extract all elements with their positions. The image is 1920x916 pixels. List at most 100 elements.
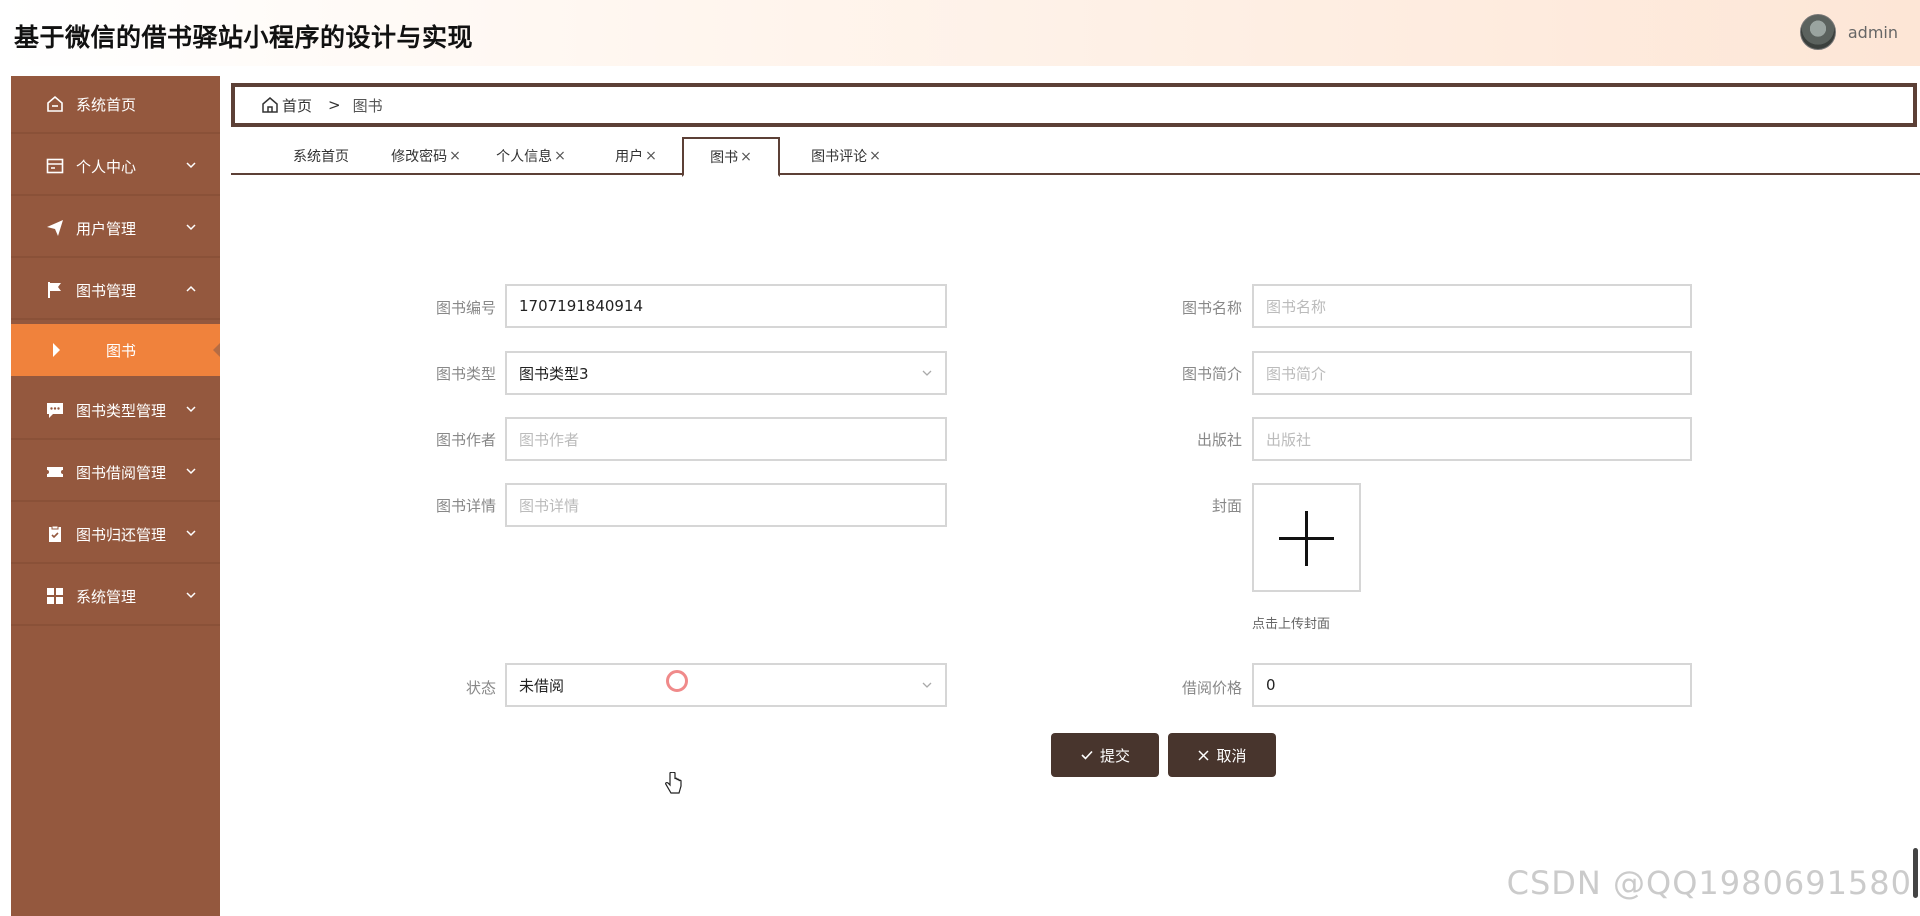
- tab-label: 修改密码: [391, 149, 448, 165]
- book-name-label: 图书名称: [1181, 299, 1242, 317]
- sidebar-item-label: 系统管理: [76, 587, 137, 606]
- price-field[interactable]: 0: [1252, 663, 1692, 707]
- close-icon[interactable]: ×: [869, 148, 881, 164]
- sidebar-subitem-label: 图书: [106, 341, 137, 360]
- author-field[interactable]: 图书作者: [505, 417, 947, 461]
- author-placeholder: 图书作者: [519, 430, 580, 449]
- price-label: 借阅价格: [1181, 679, 1242, 697]
- username[interactable]: admin: [1848, 23, 1898, 42]
- price-value: 0: [1266, 676, 1276, 694]
- close-icon: [1198, 749, 1210, 761]
- sidebar-item-label: 图书类型管理: [76, 401, 167, 420]
- watermark: CSDN @QQ1980691580: [1506, 864, 1912, 902]
- publisher-field[interactable]: 出版社: [1252, 417, 1692, 461]
- submit-button-label: 提交: [1099, 746, 1130, 765]
- cancel-button-label: 取消: [1216, 746, 1247, 765]
- chat-icon: [44, 399, 66, 421]
- sidebar-item-book-borrow-management[interactable]: 图书借阅管理: [11, 444, 220, 502]
- close-icon[interactable]: ×: [554, 148, 566, 164]
- tab-home[interactable]: 系统首页: [271, 137, 371, 175]
- book-no-field[interactable]: 1707191840914: [505, 284, 947, 328]
- status-select[interactable]: 未借阅: [505, 663, 947, 707]
- tab-personal-info[interactable]: 个人信息 ×: [481, 137, 581, 175]
- hand-cursor-icon: [665, 772, 682, 794]
- active-marker: [213, 343, 220, 357]
- sidebar-item-home[interactable]: 系统首页: [11, 76, 220, 134]
- tab-change-password[interactable]: 修改密码 ×: [376, 137, 476, 175]
- sidebar-item-book-return-management[interactable]: 图书归还管理: [11, 506, 220, 564]
- paper-plane-icon: [44, 217, 66, 239]
- check-icon: [1081, 750, 1093, 760]
- close-icon[interactable]: ×: [645, 148, 657, 164]
- sidebar-item-label: 系统首页: [76, 95, 137, 114]
- home-icon[interactable]: [261, 96, 279, 114]
- submit-button[interactable]: 提交: [1051, 733, 1159, 777]
- sidebar-item-label: 个人中心: [76, 157, 137, 176]
- grid-icon: [44, 585, 66, 607]
- click-indicator: [666, 670, 688, 692]
- chevron-up-icon: [186, 285, 196, 292]
- book-type-value: 图书类型3: [519, 364, 589, 383]
- close-icon[interactable]: ×: [740, 149, 752, 165]
- sidebar-subitem-book[interactable]: 图书: [11, 324, 220, 376]
- tab-users[interactable]: 用户 ×: [586, 137, 686, 175]
- detail-placeholder: 图书详情: [519, 496, 580, 515]
- sidebar-item-label: 图书借阅管理: [76, 463, 167, 482]
- book-no-label: 图书编号: [435, 299, 496, 317]
- chevron-down-icon: [922, 682, 932, 688]
- chevron-down-icon: [186, 406, 196, 413]
- user-menu[interactable]: admin: [1799, 14, 1898, 50]
- breadcrumb-home-link[interactable]: 首页: [282, 95, 312, 116]
- sidebar-item-user-management[interactable]: 用户管理: [11, 200, 220, 258]
- breadcrumb: 首页 > 图书: [231, 83, 1917, 127]
- detail-label: 图书详情: [435, 497, 496, 515]
- close-icon[interactable]: ×: [449, 148, 461, 164]
- sidebar-item-label: 用户管理: [76, 219, 137, 238]
- status-label: 状态: [465, 679, 496, 697]
- book-no-value: 1707191840914: [519, 297, 644, 315]
- tab-label: 个人信息: [496, 149, 553, 165]
- book-type-label: 图书类型: [435, 365, 496, 383]
- tab-label: 图书: [710, 150, 739, 166]
- sidebar-item-label: 图书归还管理: [76, 525, 167, 544]
- book-name-field[interactable]: 图书名称: [1252, 284, 1692, 328]
- chevron-down-icon: [186, 224, 196, 231]
- sidebar-item-label: 图书管理: [76, 281, 137, 300]
- app-header: 基于微信的借书驿站小程序的设计与实现 admin: [0, 0, 1920, 66]
- sidebar: 系统首页 个人中心 用户管理 图书管理 图书 图书类型管理 图书借阅管理 图书归…: [11, 76, 220, 916]
- sidebar-item-book-type-management[interactable]: 图书类型管理: [11, 382, 220, 440]
- scrollbar-thumb[interactable]: [1913, 848, 1918, 898]
- detail-field[interactable]: 图书详情: [505, 483, 947, 527]
- cancel-button[interactable]: 取消: [1168, 733, 1276, 777]
- book-type-select[interactable]: 图书类型3: [505, 351, 947, 395]
- breadcrumb-separator: >: [328, 96, 341, 114]
- home-icon: [44, 93, 66, 115]
- publisher-label: 出版社: [1196, 431, 1242, 449]
- chevron-down-icon: [186, 530, 196, 537]
- tab-label: 图书评论: [811, 149, 868, 165]
- caret-right-icon: [53, 343, 60, 357]
- chevron-down-icon: [186, 468, 196, 475]
- sidebar-item-personal-center[interactable]: 个人中心: [11, 138, 220, 196]
- tab-label: 用户: [615, 149, 644, 165]
- sidebar-item-book-management[interactable]: 图书管理: [11, 262, 220, 320]
- chevron-down-icon: [186, 162, 196, 169]
- sidebar-item-system-management[interactable]: 系统管理: [11, 568, 220, 626]
- publisher-placeholder: 出版社: [1266, 430, 1312, 449]
- chevron-down-icon: [922, 370, 932, 376]
- tab-books[interactable]: 图书 ×: [682, 137, 780, 177]
- tab-book-comments[interactable]: 图书评论 ×: [791, 137, 901, 175]
- cover-upload-hint: 点击上传封面: [1252, 617, 1331, 632]
- breadcrumb-current: 图书: [352, 96, 383, 115]
- avatar[interactable]: [1799, 14, 1836, 50]
- plus-icon-vertical: [1305, 511, 1308, 566]
- status-value: 未借阅: [519, 676, 565, 695]
- flag-icon: [44, 279, 66, 301]
- book-intro-field[interactable]: 图书简介: [1252, 351, 1692, 395]
- tab-label: 系统首页: [293, 149, 349, 165]
- book-name-placeholder: 图书名称: [1266, 297, 1327, 316]
- cover-upload[interactable]: [1252, 483, 1361, 592]
- chevron-down-icon: [186, 592, 196, 599]
- book-intro-placeholder: 图书简介: [1266, 364, 1327, 383]
- book-intro-label: 图书简介: [1181, 365, 1242, 383]
